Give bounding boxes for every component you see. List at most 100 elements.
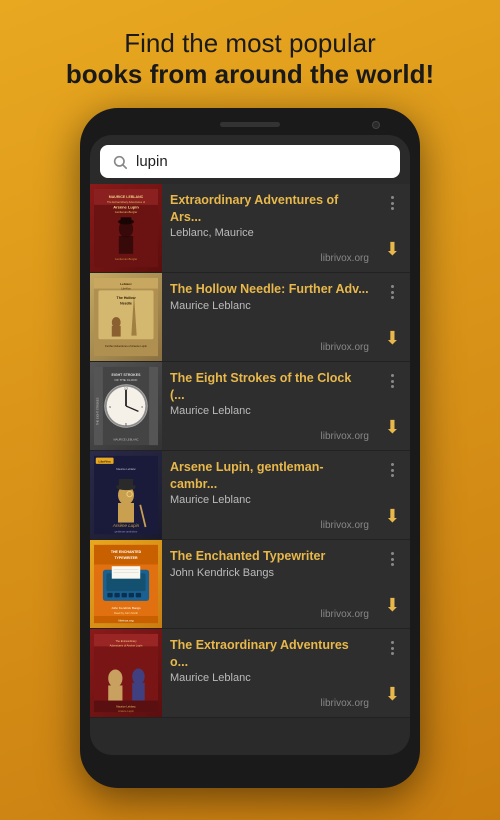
dot xyxy=(391,207,394,210)
dot xyxy=(391,202,394,205)
dot xyxy=(391,469,394,472)
svg-text:MAURICE LEBLANC: MAURICE LEBLANC xyxy=(109,195,144,199)
book-source: librivox.org xyxy=(170,698,369,713)
book-title: Arsene Lupin, gentleman-cambr... xyxy=(170,459,369,492)
headline: Find the most popular books from around … xyxy=(0,0,500,108)
dot xyxy=(391,463,394,466)
search-query: lupin xyxy=(136,153,388,170)
dot xyxy=(391,380,394,383)
book-title: The Eight Strokes of the Clock (... xyxy=(170,370,369,403)
book-title: The Extraordinary Adventures o... xyxy=(170,637,369,670)
book-info: Extraordinary Adventures of Ars... Lebla… xyxy=(162,184,375,272)
book-source: librivox.org xyxy=(170,431,369,446)
book-title: The Enchanted Typewriter xyxy=(170,548,369,564)
search-bar[interactable]: lupin xyxy=(100,145,400,178)
book-info: The Extraordinary Adventures o... Mauric… xyxy=(162,629,375,717)
dot xyxy=(391,296,394,299)
phone-screen: lupin MAURICE LEBLANC The Extraordinary … xyxy=(90,135,410,755)
svg-text:librivox.org: librivox.org xyxy=(118,619,133,623)
book-info: The Eight Strokes of the Clock (... Maur… xyxy=(162,362,375,450)
dot xyxy=(391,647,394,650)
phone-camera xyxy=(372,121,380,129)
dot xyxy=(391,652,394,655)
list-item[interactable]: THE ENCHANTED TYPEWRITER John Kendrick B… xyxy=(90,540,410,629)
svg-text:Adventures of Arsène Lupin: Adventures of Arsène Lupin xyxy=(110,644,143,648)
svg-text:THE ENCHANTED: THE ENCHANTED xyxy=(111,550,142,554)
book-author: Maurice Leblanc xyxy=(170,405,369,417)
svg-text:9: 9 xyxy=(109,405,111,409)
book-actions: ⬇ xyxy=(375,273,410,361)
dot xyxy=(391,641,394,644)
book-source: librivox.org xyxy=(170,520,369,535)
svg-text:THE EIGHT STROKES: THE EIGHT STROKES xyxy=(95,398,99,426)
phone-speaker xyxy=(220,122,280,127)
svg-text:LibriVox: LibriVox xyxy=(99,460,111,464)
book-source: librivox.org xyxy=(170,609,369,624)
headline-line1: Find the most popular xyxy=(30,28,470,59)
book-cover: MAURICE LEBLANC The Extraordinary Advent… xyxy=(90,184,162,272)
dot xyxy=(391,563,394,566)
list-item[interactable]: Leblanc LibriVox The Hollow Needle Furth… xyxy=(90,273,410,362)
svg-text:OF THE CLOCK: OF THE CLOCK xyxy=(115,378,139,382)
svg-text:Arsène Lupin: Arsène Lupin xyxy=(118,709,134,713)
dot xyxy=(391,552,394,555)
book-info: The Hollow Needle: Further Adv... Mauric… xyxy=(162,273,375,361)
svg-text:Maurice Leblanc: Maurice Leblanc xyxy=(116,705,136,709)
svg-text:MAURICE LEBLANC: MAURICE LEBLANC xyxy=(113,438,138,442)
list-item[interactable]: 12 3 6 9 THE EIGHT STROKES EIGHT STROKES… xyxy=(90,362,410,451)
download-button[interactable]: ⬇ xyxy=(381,591,404,620)
book-list: MAURICE LEBLANC The Extraordinary Advent… xyxy=(90,184,410,718)
book-author: Maurice Leblanc xyxy=(170,672,369,684)
book-actions: ⬇ xyxy=(375,451,410,539)
dot xyxy=(391,474,394,477)
dot xyxy=(391,196,394,199)
book-actions: ⬇ xyxy=(375,629,410,717)
download-button[interactable]: ⬇ xyxy=(381,235,404,264)
book-cover: 12 3 6 9 THE EIGHT STROKES EIGHT STROKES… xyxy=(90,362,162,450)
book-cover: Leblanc LibriVox The Hollow Needle Furth… xyxy=(90,273,162,361)
book-cover: THE ENCHANTED TYPEWRITER John Kendrick B… xyxy=(90,540,162,628)
svg-text:Arsène Lupin: Arsène Lupin xyxy=(113,205,139,210)
book-actions: ⬇ xyxy=(375,184,410,272)
svg-text:Gentleman-Burglar: Gentleman-Burglar xyxy=(115,210,138,214)
svg-text:The Hollow: The Hollow xyxy=(117,297,136,301)
svg-text:6: 6 xyxy=(125,423,127,427)
more-options-button[interactable] xyxy=(387,370,398,392)
download-button[interactable]: ⬇ xyxy=(381,413,404,442)
more-options-button[interactable] xyxy=(387,192,398,214)
more-options-button[interactable] xyxy=(387,637,398,659)
book-cover: LibriVox Maurice Leblanc Arsène Lupin ge… xyxy=(90,451,162,539)
list-item[interactable]: MAURICE LEBLANC The Extraordinary Advent… xyxy=(90,184,410,273)
dot xyxy=(391,374,394,377)
svg-text:Further Adventures of Arsène L: Further Adventures of Arsène Lupin xyxy=(105,345,147,349)
svg-text:John Kendrick Bangs: John Kendrick Bangs xyxy=(111,606,141,610)
search-icon xyxy=(112,154,128,170)
book-actions: ⬇ xyxy=(375,362,410,450)
book-info: The Enchanted Typewriter John Kendrick B… xyxy=(162,540,375,628)
svg-text:LibriVox: LibriVox xyxy=(121,287,131,291)
svg-text:EIGHT STROKES: EIGHT STROKES xyxy=(112,373,142,377)
svg-text:TYPEWRITER: TYPEWRITER xyxy=(114,556,138,560)
more-options-button[interactable] xyxy=(387,459,398,481)
svg-text:gentleman-cambrioleur: gentleman-cambrioleur xyxy=(115,531,138,534)
download-button[interactable]: ⬇ xyxy=(381,680,404,709)
book-author: John Kendrick Bangs xyxy=(170,567,369,579)
phone-notch xyxy=(90,122,410,127)
book-author: Leblanc, Maurice xyxy=(170,227,369,239)
svg-text:3: 3 xyxy=(141,405,143,409)
dot xyxy=(391,285,394,288)
svg-text:Needle: Needle xyxy=(120,302,132,306)
book-author: Maurice Leblanc xyxy=(170,494,369,506)
list-item[interactable]: LibriVox Maurice Leblanc Arsène Lupin ge… xyxy=(90,451,410,540)
headline-line2: books from around the world! xyxy=(30,59,470,90)
book-title: The Hollow Needle: Further Adv... xyxy=(170,281,369,297)
more-options-button[interactable] xyxy=(387,281,398,303)
svg-text:Leblanc: Leblanc xyxy=(120,282,132,286)
book-source: librivox.org xyxy=(170,342,369,357)
book-title: Extraordinary Adventures of Ars... xyxy=(170,192,369,225)
download-button[interactable]: ⬇ xyxy=(381,502,404,531)
svg-text:The Extraordinary: The Extraordinary xyxy=(115,639,137,643)
more-options-button[interactable] xyxy=(387,548,398,570)
list-item[interactable]: The Extraordinary Adventures of Arsène L… xyxy=(90,629,410,718)
download-button[interactable]: ⬇ xyxy=(381,324,404,353)
